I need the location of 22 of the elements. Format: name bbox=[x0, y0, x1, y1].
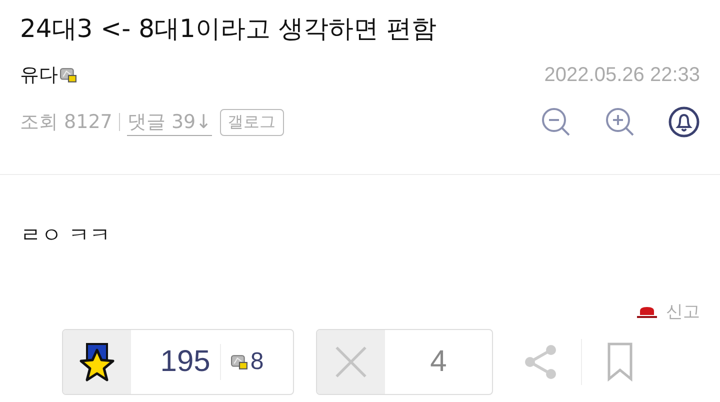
bookmark-icon[interactable] bbox=[606, 342, 634, 382]
view-count: 조회 8127 bbox=[20, 110, 112, 135]
zoom-in-icon[interactable] bbox=[604, 106, 636, 138]
nickname-badge-icon bbox=[231, 354, 248, 370]
decline-count: 4 bbox=[430, 345, 447, 379]
zoom-out-icon[interactable] bbox=[540, 106, 572, 138]
gallog-button[interactable]: 갤로그 bbox=[220, 108, 284, 136]
post-date: 2022.05.26 22:33 bbox=[544, 64, 700, 86]
decline-button[interactable]: 4 bbox=[316, 329, 493, 395]
post-body: ㄹㅇ ㅋㅋ bbox=[20, 222, 112, 249]
bell-icon[interactable] bbox=[668, 106, 700, 138]
siren-icon bbox=[636, 306, 658, 318]
comments-link[interactable]: 댓글 39↓ bbox=[127, 108, 212, 136]
post-title: 24대3 <- 8대1이라고 생각하면 편함 bbox=[20, 13, 438, 45]
recommend-count: 195 bbox=[160, 345, 210, 379]
fixed-recommend-count: 8 bbox=[250, 348, 264, 376]
report-link[interactable]: 신고 bbox=[636, 303, 700, 321]
recommend-button[interactable]: 195 8 bbox=[62, 329, 294, 395]
author-name[interactable]: 유다 bbox=[20, 62, 58, 88]
star-icon bbox=[77, 342, 117, 382]
x-icon bbox=[333, 344, 369, 380]
nickname-badge-icon bbox=[60, 68, 77, 82]
